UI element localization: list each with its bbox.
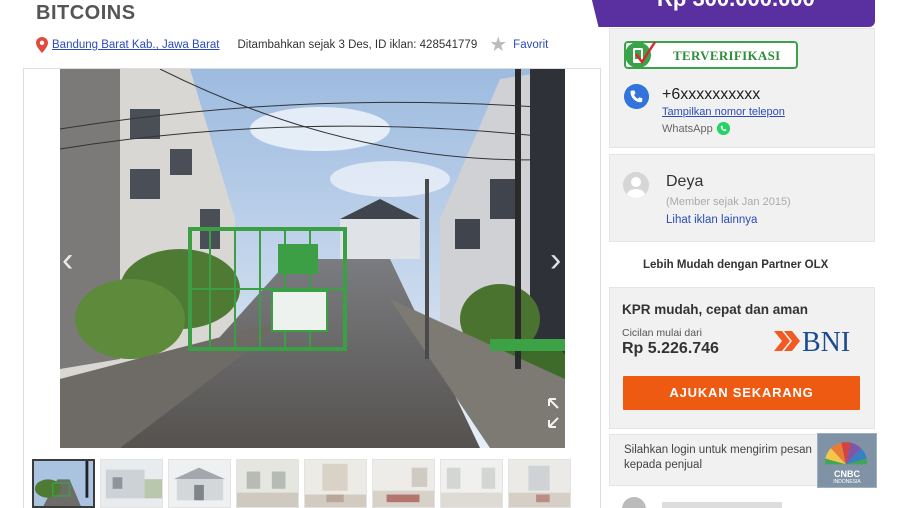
prev-photo-chevron-icon[interactable]: ‹: [62, 243, 73, 277]
price-text: Rp 300.000.000: [657, 0, 815, 12]
show-phone-link[interactable]: Tampilkan nomor telepon: [662, 106, 785, 118]
seller-name: Deya: [666, 173, 704, 190]
thumbnail[interactable]: [304, 459, 367, 508]
thumbnail[interactable]: [100, 459, 163, 508]
avatar: [623, 172, 649, 198]
whatsapp-icon: [716, 122, 730, 135]
fullscreen-expand-icon[interactable]: [545, 395, 581, 431]
login-prompt-text: Silahkan login untuk mengirim pesan kepa…: [624, 444, 812, 471]
cnbc-brand: CNBC: [834, 469, 860, 479]
cut-off-text: [662, 502, 782, 508]
favorite-link[interactable]: Favorit: [513, 39, 548, 51]
installment-amount: Rp 5.226.746: [622, 340, 719, 357]
partner-heading: Lebih Mudah dengan Partner OLX: [643, 259, 829, 271]
member-since: (Member sejak Jan 2015): [666, 196, 791, 208]
phone-icon: [624, 84, 649, 109]
thumbnail[interactable]: [32, 459, 95, 508]
other-ads-link[interactable]: Lihat iklan lainnya: [666, 214, 757, 226]
added-info: Ditambahkan sejak 3 Des, ID iklan: 42854…: [237, 39, 478, 51]
main-photo[interactable]: [60, 69, 565, 448]
listing-meta: Bandung Barat Kab., Jawa Barat Ditambahk…: [36, 35, 548, 55]
thumbnail[interactable]: [440, 459, 503, 508]
phone-number: +6xxxxxxxxxx: [662, 86, 761, 103]
listing-page: BITCOINS Bandung Barat Kab., Jawa Barat …: [0, 0, 900, 508]
thumbnail[interactable]: [168, 459, 231, 508]
whatsapp-label: WhatsApp: [662, 122, 713, 135]
next-photo-chevron-icon[interactable]: ›: [550, 243, 561, 277]
verified-check-icon: [625, 41, 656, 68]
location-link[interactable]: Bandung Barat Kab., Jawa Barat: [52, 39, 220, 51]
thumbnail[interactable]: [508, 459, 571, 508]
thumbnail[interactable]: [236, 459, 299, 508]
cnbc-peacock-logo: [825, 442, 868, 465]
bni-logo-text: BNI: [802, 327, 850, 355]
thumbnail[interactable]: [372, 459, 435, 508]
verified-label: TERVERIFIKASI: [673, 48, 781, 63]
apply-now-button[interactable]: AJUKAN SEKARANG: [623, 376, 860, 410]
whatsapp-row[interactable]: WhatsApp: [662, 122, 730, 135]
listing-title: BITCOINS: [36, 2, 136, 24]
installment-label: Cicilan mulai dari: [622, 327, 702, 339]
kpr-title: KPR mudah, cepat dan aman: [622, 302, 809, 317]
location-pin-icon: [36, 37, 48, 53]
thumbnail-strip: [32, 459, 571, 508]
cnbc-sub: INDONESIA: [833, 479, 861, 485]
user-icon: [622, 497, 646, 508]
bni-logo: BNI: [774, 327, 850, 355]
star-icon[interactable]: ★: [489, 35, 507, 55]
